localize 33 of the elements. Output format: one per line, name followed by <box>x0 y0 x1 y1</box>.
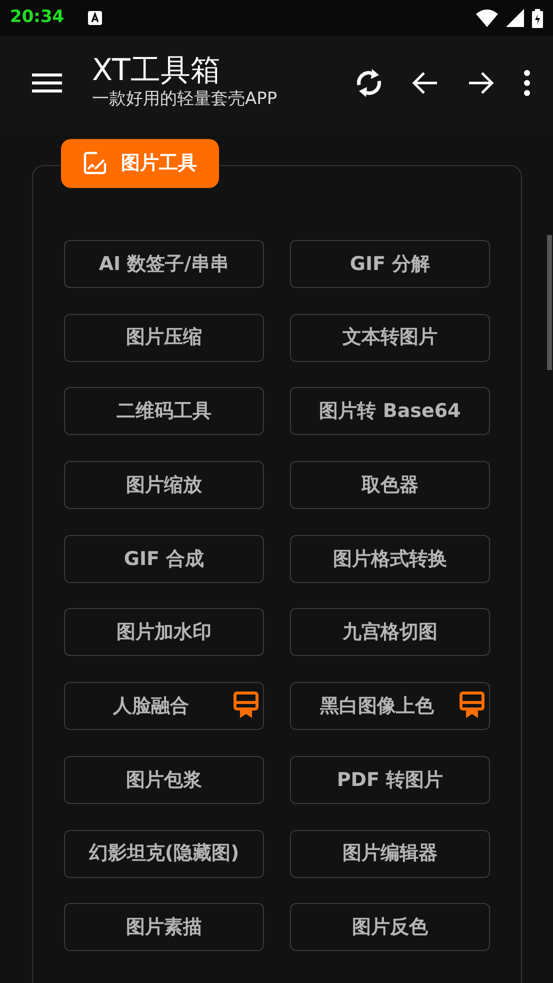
wifi-icon <box>476 9 498 27</box>
tool-button[interactable]: GIF 分解 <box>290 240 490 288</box>
tool-button[interactable]: 图片加水印 <box>64 608 264 656</box>
app-subtitle: 一款好用的轻量套壳APP <box>92 88 278 111</box>
keyboard-icon <box>88 11 102 25</box>
tool-button[interactable]: 图片反色 <box>290 903 490 952</box>
forward-icon <box>467 71 495 95</box>
status-time: 20:34 <box>10 6 64 30</box>
tool-button[interactable]: GIF 合成 <box>64 534 264 583</box>
tool-button[interactable]: 人脸融合 <box>64 682 264 730</box>
more-icon <box>523 70 531 96</box>
tool-button[interactable]: 图片格式转换 <box>290 534 490 583</box>
tool-button[interactable]: 幻影坦克(隐藏图) <box>64 830 264 878</box>
image-edit-icon <box>83 151 107 176</box>
app-title: XT工具箱 <box>92 54 222 87</box>
tool-button[interactable]: 图片素描 <box>64 903 264 952</box>
tool-button[interactable]: 二维码工具 <box>64 387 264 436</box>
back-icon <box>411 71 439 95</box>
refresh-icon <box>355 68 383 98</box>
tool-button[interactable]: 图片压缩 <box>64 314 264 362</box>
tool-button[interactable]: 九宫格切图 <box>290 608 490 656</box>
tool-button[interactable]: 黑白图像上色 <box>290 682 490 730</box>
tool-button[interactable]: 取色器 <box>290 461 490 510</box>
battery-icon <box>532 8 543 28</box>
tool-button[interactable]: 图片编辑器 <box>290 830 490 878</box>
tool-button[interactable]: AI 数签子/串串 <box>64 240 264 288</box>
tool-button[interactable]: 文本转图片 <box>290 314 490 362</box>
section-title: 图片工具 <box>121 151 197 176</box>
tool-button[interactable]: 图片包浆 <box>64 756 264 804</box>
tool-button[interactable]: 图片缩放 <box>64 461 264 510</box>
signal-icon <box>506 9 524 27</box>
tool-button[interactable]: 图片转 Base64 <box>290 387 490 436</box>
tool-button[interactable]: PDF 转图片 <box>290 756 490 804</box>
